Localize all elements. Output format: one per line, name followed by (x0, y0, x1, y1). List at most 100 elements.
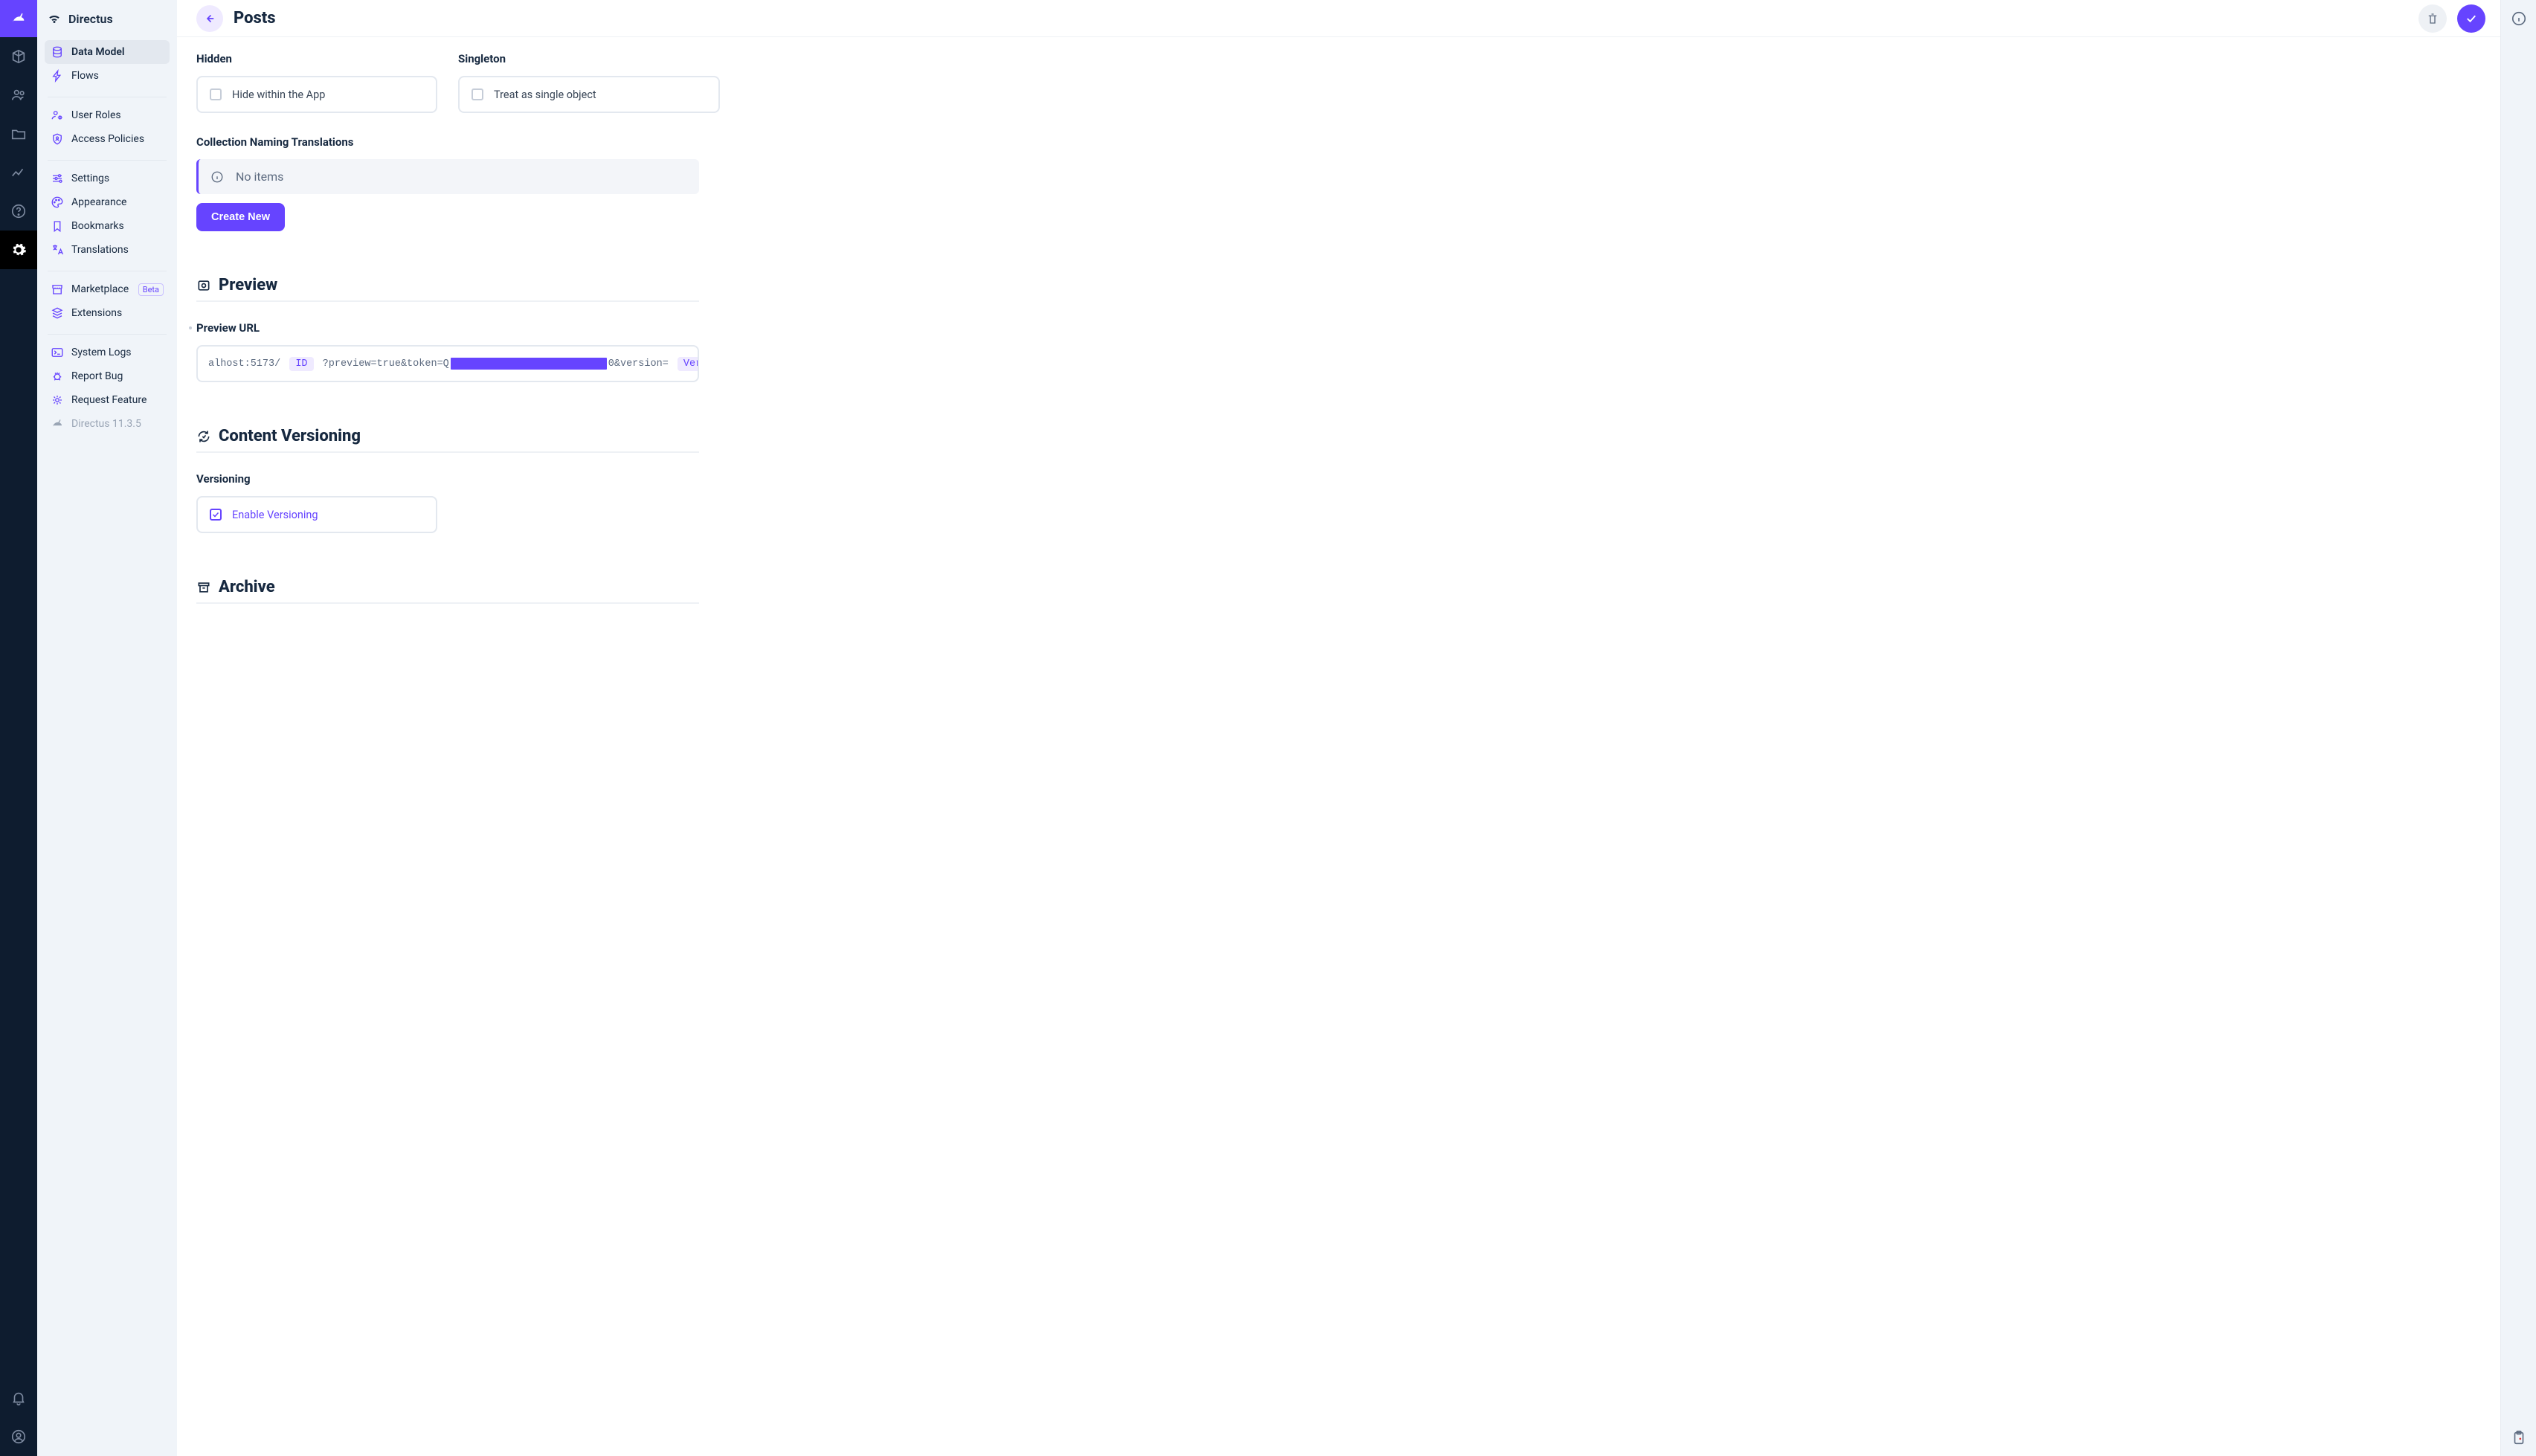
create-new-button[interactable]: Create New (196, 203, 285, 231)
empty-state: No items (196, 159, 699, 194)
rail-item-insights[interactable] (0, 153, 37, 192)
sidebar-header: Directus (37, 0, 177, 37)
sidebar-item-appearance[interactable]: Appearance (45, 190, 170, 214)
bug-icon (51, 370, 64, 383)
sidebar-item-bookmarks[interactable]: Bookmarks (45, 214, 170, 238)
field-label-singleton: Singleton (458, 52, 720, 65)
logo[interactable] (0, 0, 37, 37)
checkbox-singleton[interactable]: Treat as single object (458, 76, 720, 113)
section-heading-preview: Preview (196, 276, 699, 302)
gear-icon (10, 242, 27, 258)
module-rail (0, 0, 37, 1456)
sidebar-item-translations[interactable]: Translations (45, 238, 170, 262)
sidebar-item-label: Report Bug (71, 370, 123, 382)
chart-line-icon (10, 164, 27, 181)
checkbox-checked-icon (210, 509, 222, 521)
checkbox-label: Enable Versioning (232, 509, 318, 521)
arrow-left-icon (203, 12, 216, 25)
help-icon (10, 203, 27, 219)
checkbox-label: Hide within the App (232, 88, 325, 101)
rabbit-small-icon (51, 417, 64, 431)
url-chip-version[interactable]: Version (678, 357, 699, 371)
sidebar-item-label: System Logs (71, 347, 132, 358)
terminal-icon (51, 346, 64, 359)
version-text: Directus 11.3.5 (71, 418, 141, 430)
rail-item-settings[interactable] (0, 231, 37, 269)
checkbox-versioning[interactable]: Enable Versioning (196, 496, 437, 533)
wifi-icon (48, 12, 61, 25)
checkbox-label: Treat as single object (494, 88, 596, 101)
field-label-translations: Collection Naming Translations (196, 135, 699, 149)
sidebar-item-marketplace[interactable]: Marketplace Beta (45, 277, 170, 301)
topbar: Posts (177, 0, 2500, 37)
archive-icon (196, 580, 211, 595)
people-settings-icon (51, 109, 64, 122)
checkbox-icon (210, 88, 222, 100)
database-icon (51, 45, 64, 59)
section-heading-versioning: Content Versioning (196, 427, 699, 453)
rabbit-icon (10, 10, 27, 27)
back-button[interactable] (196, 5, 223, 32)
sidebar-item-data-model[interactable]: Data Model (45, 40, 170, 64)
preview-url-input[interactable]: alhost:5173/ ID ?preview=true&token=Q 0&… (196, 345, 699, 382)
rail-item-notifications[interactable] (0, 1379, 37, 1417)
section-versioning: Content Versioning Versioning Enable Ver… (196, 427, 699, 533)
sidebar-item-label: User Roles (71, 109, 121, 121)
trash-icon (2426, 12, 2439, 25)
shield-user-icon (51, 132, 64, 146)
rail-item-users[interactable] (0, 76, 37, 115)
info-icon (2511, 10, 2527, 27)
url-chip-id[interactable]: ID (289, 357, 313, 371)
sidebar-item-system-logs[interactable]: System Logs (45, 341, 170, 364)
delete-button[interactable] (2418, 4, 2447, 33)
meta-info-button[interactable] (2501, 0, 2536, 37)
sidebar-item-request-feature[interactable]: Request Feature (45, 388, 170, 412)
stack-icon (51, 306, 64, 320)
rail-item-content[interactable] (0, 37, 37, 76)
folder-icon (10, 126, 27, 142)
sidebar-item-settings[interactable]: Settings (45, 167, 170, 190)
sidebar-item-flows[interactable]: Flows (45, 64, 170, 88)
meta-rail (2500, 0, 2536, 1456)
checkbox-icon (472, 88, 483, 100)
sidebar-item-label: Flows (71, 70, 99, 82)
checkbox-hidden[interactable]: Hide within the App (196, 76, 437, 113)
store-icon (51, 283, 64, 296)
url-text (282, 358, 288, 370)
sidebar-item-label: Request Feature (71, 394, 147, 406)
section-archive: Archive (196, 578, 699, 604)
rail-item-files[interactable] (0, 115, 37, 153)
beta-badge: Beta (138, 283, 164, 296)
sidebar-item-label: Data Model (71, 46, 125, 58)
palette-icon (51, 196, 64, 209)
sidebar-item-extensions[interactable]: Extensions (45, 301, 170, 325)
section-title: Content Versioning (219, 427, 361, 445)
rail-item-account[interactable] (0, 1417, 37, 1456)
sidebar-item-user-roles[interactable]: User Roles (45, 103, 170, 127)
versioning-icon (196, 429, 211, 444)
cube-icon (10, 48, 27, 65)
sidebar-item-access-policies[interactable]: Access Policies (45, 127, 170, 151)
section-title: Preview (219, 276, 277, 294)
translate-icon (51, 243, 64, 257)
field-collection-translations: Collection Naming Translations No items … (196, 135, 699, 231)
sidebar-item-label: Access Policies (71, 133, 144, 145)
field-hidden: Hidden Hide within the App (196, 52, 437, 113)
settings-sidebar: Directus Data Model Flows User Roles Acc… (37, 0, 177, 1456)
section-preview: Preview Preview URL alhost:5173/ ID ?pre… (196, 276, 699, 382)
dot-icon (189, 326, 192, 329)
rail-item-help[interactable] (0, 192, 37, 231)
meta-clipboard-button[interactable] (2501, 1419, 2536, 1456)
content-scroll[interactable]: Hidden Hide within the App Singleton Tre… (177, 37, 2500, 1456)
field-label-versioning: Versioning (196, 472, 699, 486)
bell-icon (10, 1390, 27, 1406)
sidebar-item-label: Bookmarks (71, 220, 124, 232)
sidebar-item-label: Settings (71, 173, 109, 184)
preview-icon (196, 278, 211, 293)
url-text (670, 358, 676, 370)
sidebar-item-report-bug[interactable]: Report Bug (45, 364, 170, 388)
save-button[interactable] (2457, 4, 2485, 33)
sidebar-item-label: Translations (71, 244, 129, 256)
url-text: ?preview=true&token=Q (323, 358, 449, 370)
check-icon (2465, 12, 2478, 25)
